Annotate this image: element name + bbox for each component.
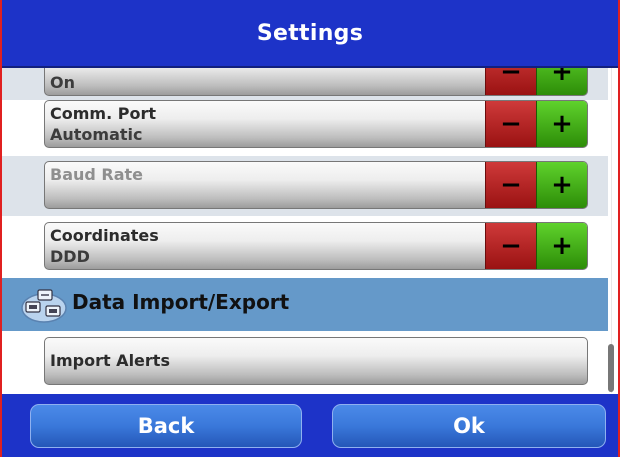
title-bar: Settings — [2, 0, 618, 68]
setting-field-coordinates[interactable]: Coordinates DDD − + — [44, 222, 588, 270]
increment-button[interactable]: + — [536, 223, 587, 269]
setting-field-comm-port[interactable]: Comm. Port Automatic − + — [44, 100, 588, 148]
minus-icon: − — [500, 109, 522, 139]
plus-icon: + — [551, 68, 573, 87]
increment-button[interactable]: + — [536, 162, 587, 208]
section-title: Data Import/Export — [72, 290, 290, 314]
setting-field-on[interactable]: On − + — [44, 68, 588, 96]
increment-button[interactable]: + — [536, 101, 587, 147]
back-button[interactable]: Back — [30, 404, 302, 448]
decrement-button[interactable]: − — [485, 68, 536, 95]
decrement-button[interactable]: − — [485, 162, 536, 208]
setting-label: Baud Rate — [50, 165, 144, 184]
minus-icon: − — [500, 231, 522, 261]
back-label: Back — [137, 414, 195, 438]
setting-label: Coordinates — [50, 226, 159, 245]
minus-icon: − — [500, 68, 522, 87]
setting-row: On − + — [2, 68, 608, 100]
setting-row: Coordinates DDD − + — [2, 216, 608, 278]
plus-icon: + — [551, 109, 573, 139]
scrollbar-thumb[interactable] — [608, 344, 614, 392]
setting-label: Comm. Port — [50, 104, 156, 123]
minus-icon: − — [500, 170, 522, 200]
action-row: Import Alerts — [2, 331, 608, 393]
section-header: Data Import/Export — [2, 278, 608, 331]
plus-icon: + — [551, 231, 573, 261]
setting-value: On — [50, 73, 75, 92]
setting-field-baud-rate[interactable]: Baud Rate − + — [44, 161, 588, 209]
ok-label: Ok — [453, 414, 485, 438]
data-transfer-icon — [21, 289, 67, 323]
increment-button[interactable]: + — [536, 68, 587, 95]
settings-list: On − + Comm. Port Automatic − + Baud Rat… — [2, 68, 618, 393]
bottom-bar: Back Ok — [2, 394, 618, 457]
plus-icon: + — [551, 170, 573, 200]
page-title: Settings — [256, 20, 364, 46]
decrement-button[interactable]: − — [485, 101, 536, 147]
decrement-button[interactable]: − — [485, 223, 536, 269]
setting-row: Comm. Port Automatic − + — [2, 100, 608, 156]
setting-row: Baud Rate − + — [2, 156, 608, 216]
setting-value: DDD — [50, 247, 90, 266]
settings-screen: Settings On − + Comm. Port Automatic − +… — [0, 0, 620, 457]
action-label: Import Alerts — [50, 351, 170, 370]
import-alerts-button[interactable]: Import Alerts — [44, 337, 588, 385]
setting-value: Automatic — [50, 125, 143, 144]
ok-button[interactable]: Ok — [332, 404, 606, 448]
